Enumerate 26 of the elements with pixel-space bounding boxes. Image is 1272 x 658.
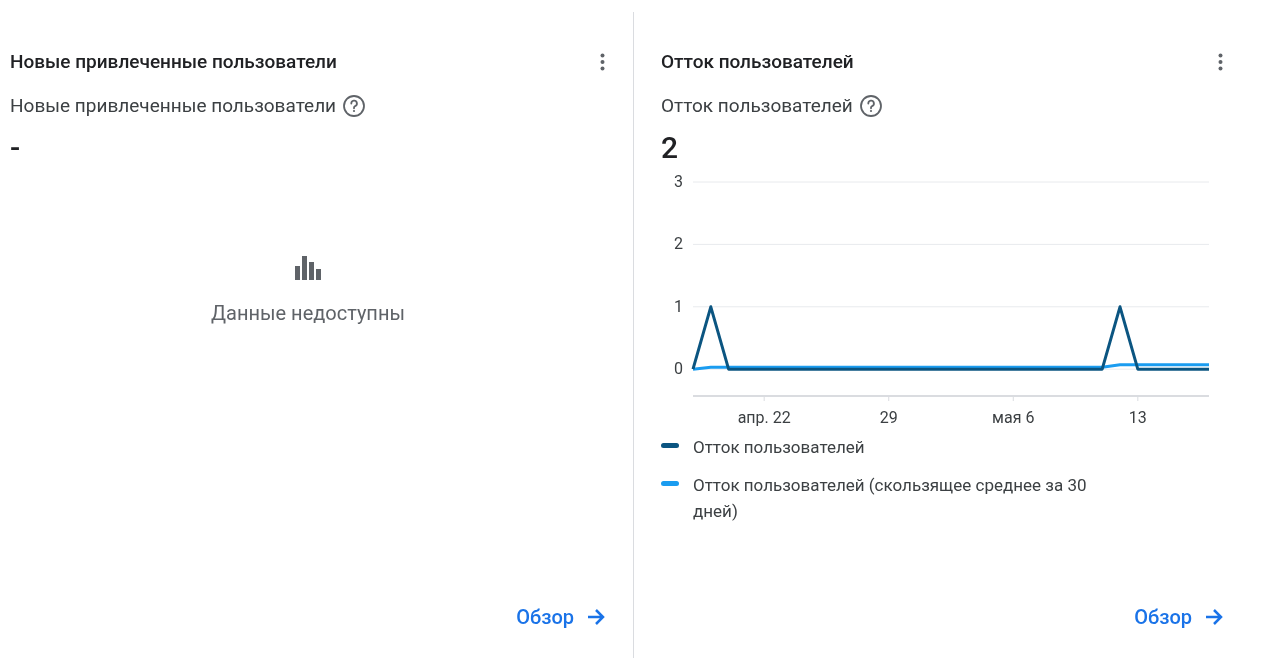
y-axis-label: 3 — [673, 172, 683, 192]
legend-label: Отток пользователей — [693, 436, 866, 459]
more-options-icon[interactable] — [598, 52, 606, 73]
y-axis-label: 0 — [673, 359, 683, 380]
x-axis-label: 13 — [1128, 408, 1147, 428]
y-axis-label: 1 — [673, 296, 683, 317]
arrow-icon — [586, 608, 606, 626]
metric-label: Новые привлеченные пользователи — [10, 92, 337, 119]
legend-label: Отток пользователей (скользящее среднее за 30 дней) — [693, 474, 1088, 523]
more-options-icon[interactable] — [1216, 52, 1224, 73]
empty-state-message: Данные недоступны — [211, 300, 405, 327]
card-title: Отток пользователей — [661, 49, 854, 75]
y-axis-label: 2 — [673, 234, 683, 255]
overview-link[interactable]: Обзор — [516, 602, 606, 632]
card-title: Новые привлеченные пользователи — [10, 49, 337, 75]
metric-value: - — [10, 129, 21, 167]
metric-label: Отток пользователей — [661, 92, 853, 119]
help-icon[interactable] — [858, 93, 883, 118]
bar-chart-icon — [294, 254, 322, 280]
x-axis-label: мая 6 — [992, 408, 1035, 428]
x-axis-label: апр. 22 — [737, 408, 791, 428]
metric-value: 2 — [661, 129, 679, 167]
overview-link[interactable]: Обзор — [1134, 602, 1224, 632]
x-axis-label: 29 — [879, 408, 898, 428]
help-icon[interactable] — [342, 93, 367, 118]
arrow-icon — [1204, 608, 1224, 626]
